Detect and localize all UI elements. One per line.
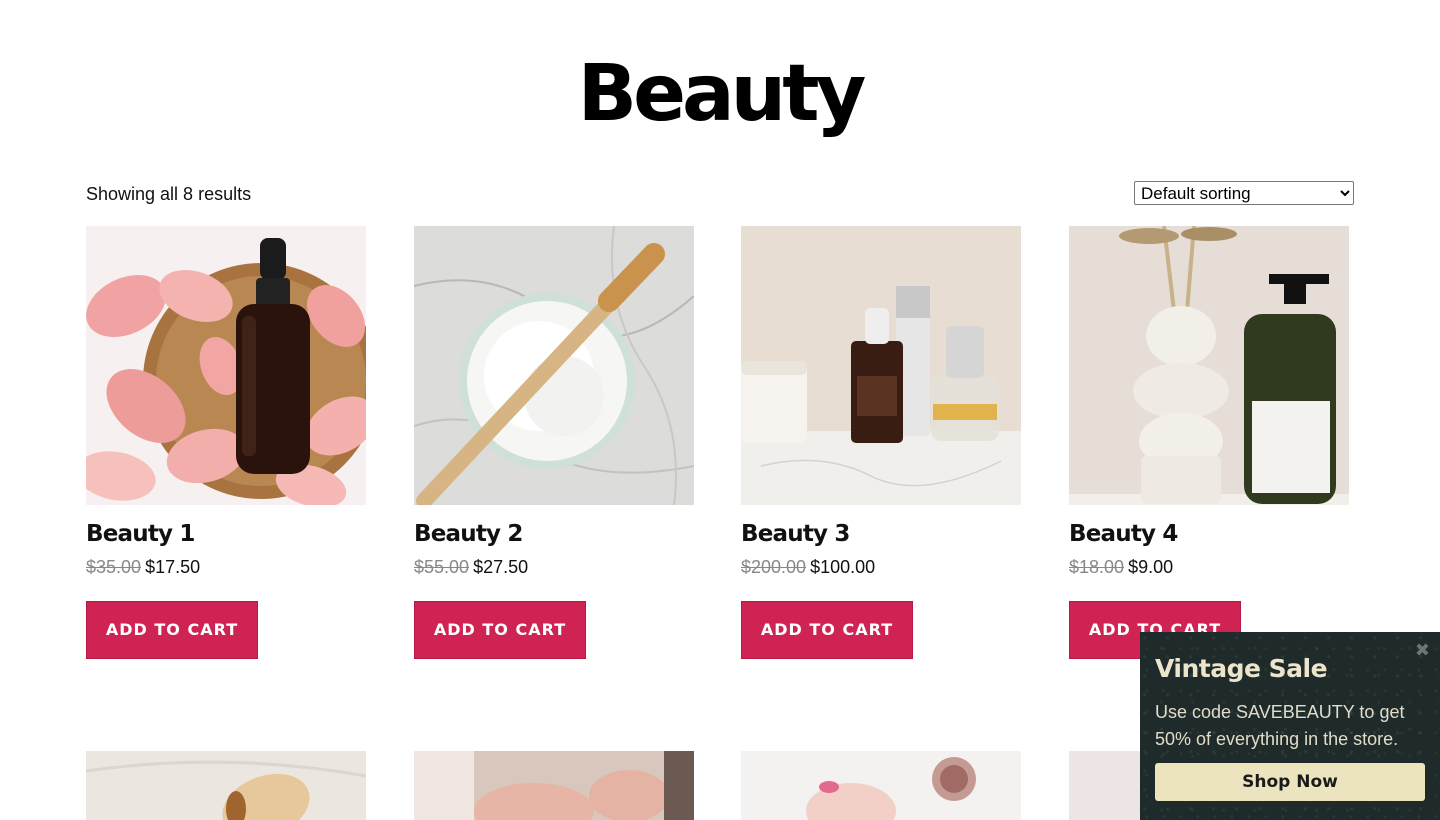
product-title[interactable]: Beauty 1 xyxy=(86,521,366,549)
price: $18.00 $9.00 xyxy=(1069,557,1349,578)
shop-now-button[interactable]: Shop Now xyxy=(1155,763,1425,801)
product-image[interactable] xyxy=(86,751,366,820)
old-price: $35.00 xyxy=(86,556,142,577)
product-title[interactable]: Beauty 4 xyxy=(1069,521,1349,549)
add-to-cart-button[interactable]: ADD TO CART xyxy=(414,600,586,659)
product-title[interactable]: Beauty 2 xyxy=(414,521,694,549)
add-to-cart-button[interactable]: ADD TO CART xyxy=(741,600,913,659)
old-price: $200.00 xyxy=(741,556,807,577)
sale-price: $27.50 xyxy=(473,556,529,577)
sale-price: $100.00 xyxy=(810,556,876,577)
product-image[interactable] xyxy=(741,226,1021,505)
product-card: Beauty 4 $18.00 $9.00 ADD TO CART xyxy=(1069,226,1349,659)
product-card: Beauty 1 $35.00 $17.50 ADD TO CART xyxy=(86,226,366,659)
product-card: Beauty 3 $200.00 $100.00 ADD TO CART xyxy=(741,226,1021,659)
popup-text: Use code SAVEBEAUTY to get 50% of everyt… xyxy=(1155,702,1405,749)
product-image[interactable] xyxy=(86,226,366,505)
product-image[interactable] xyxy=(741,751,1021,820)
old-price: $18.00 xyxy=(1069,556,1125,577)
product-image[interactable] xyxy=(414,226,694,505)
product-title[interactable]: Beauty 3 xyxy=(741,521,1021,549)
product-image[interactable] xyxy=(414,751,694,820)
close-icon[interactable]: ✖ xyxy=(1415,640,1430,661)
sale-price: $9.00 xyxy=(1128,556,1174,577)
popup-title: Vintage Sale xyxy=(1155,654,1328,683)
old-price: $55.00 xyxy=(414,556,470,577)
sort-select[interactable]: Default sorting xyxy=(1134,181,1354,205)
product-image[interactable] xyxy=(1069,226,1349,505)
sale-price: $17.50 xyxy=(145,556,201,577)
product-card: Beauty 2 $55.00 $27.50 ADD TO CART xyxy=(414,226,694,659)
price: $35.00 $17.50 xyxy=(86,557,366,578)
result-count: Showing all 8 results xyxy=(86,184,252,204)
price: $200.00 $100.00 xyxy=(741,557,1021,578)
add-to-cart-button[interactable]: ADD TO CART xyxy=(86,600,258,659)
page-title: Beauty xyxy=(577,49,867,139)
promo-popup: ✖ Vintage Sale Use code SAVEBEAUTY to ge… xyxy=(1140,632,1440,820)
price: $55.00 $27.50 xyxy=(414,557,694,578)
